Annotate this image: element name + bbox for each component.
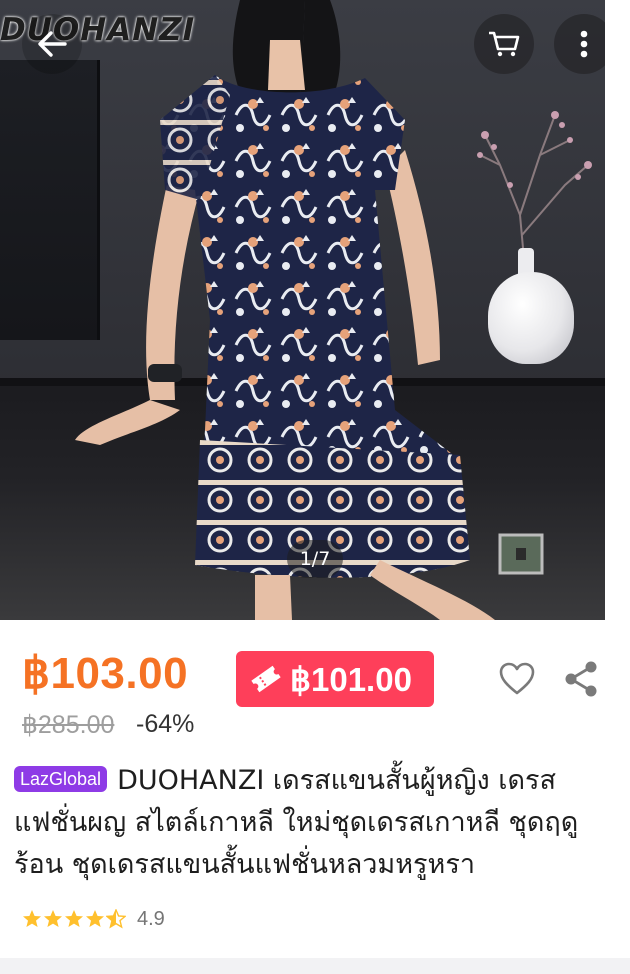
- star-half-icon: [106, 909, 126, 929]
- product-image[interactable]: DUOHANZI 1/7: [0, 0, 605, 620]
- product-title: LazGlobal DUOHANZI เดรสแขนสั้นผู้หญิง เดร…: [14, 760, 614, 886]
- heart-outline-icon: [499, 662, 535, 695]
- discount-percent: -64%: [136, 710, 195, 738]
- cart-button[interactable]: [474, 14, 534, 74]
- more-options-button[interactable]: [554, 14, 605, 74]
- rating-row[interactable]: 4.9: [22, 905, 165, 933]
- image-edge: [605, 0, 630, 620]
- star-full-icon: [23, 910, 41, 927]
- voucher-price: ฿101.00: [290, 660, 412, 698]
- cart-icon: [489, 31, 520, 57]
- original-price: ฿285.00: [22, 711, 115, 739]
- share-button[interactable]: [562, 659, 600, 699]
- rating-stars: [22, 909, 127, 929]
- section-divider: [0, 958, 630, 974]
- arrow-left-icon: [38, 31, 67, 57]
- share-icon: [565, 661, 597, 697]
- voucher-price-tag[interactable]: ฿101.00: [236, 651, 434, 707]
- wishlist-button[interactable]: [498, 660, 536, 698]
- image-counter: 1/7: [287, 540, 343, 578]
- model-figure: [75, 0, 544, 620]
- current-price: ฿103.00: [22, 649, 189, 698]
- star-full-icon: [44, 910, 62, 927]
- lazglobal-badge: LazGlobal: [14, 766, 108, 792]
- more-vertical-icon: [580, 30, 588, 58]
- voucher-ticket-icon: [251, 665, 281, 693]
- star-full-icon: [65, 910, 83, 927]
- rating-value: 4.9: [137, 907, 165, 930]
- star-full-icon: [86, 910, 104, 927]
- back-button[interactable]: [22, 14, 82, 74]
